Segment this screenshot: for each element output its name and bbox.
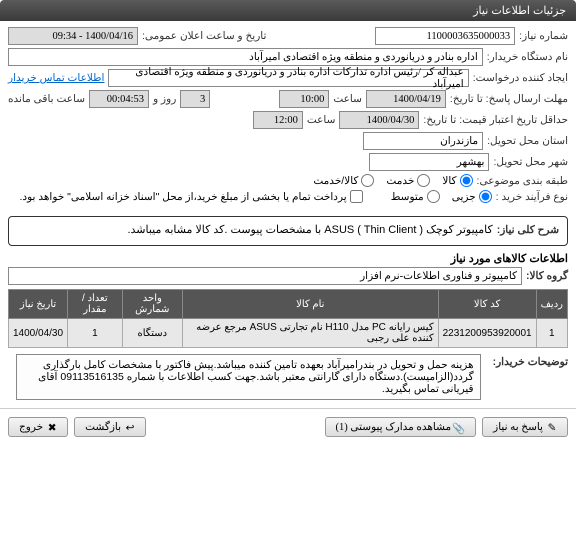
cell-code: 2231200953920001 [438,319,536,348]
cell-unit: دستگاه [122,319,182,348]
announce-label: تاریخ و ساعت اعلان عمومی: [142,30,266,42]
cat-both-radio[interactable] [361,174,374,187]
tab-title: جزئیات اطلاعات نیاز [473,5,566,17]
tab-header: جزئیات اطلاعات نیاز [0,0,576,21]
reply-button[interactable]: ✎ پاسخ به نیاز [482,417,568,437]
th-date: تاریخ نیاز [9,290,68,319]
back-icon: ↩ [125,422,135,432]
validity-date: 1400/04/30 [339,111,419,129]
need-no-field: 1100003635000033 [375,27,515,45]
proc-small-radio[interactable] [479,190,492,203]
buyer-notes-label: توضیحات خریدار: [493,352,568,368]
process-label: نوع فرآیند خرید : [496,191,568,203]
th-qty: تعداد / مقدار [68,290,123,319]
goods-table: ردیف کد کالا نام کالا واحد شمارش تعداد /… [8,289,568,348]
cat-service-radio[interactable] [417,174,430,187]
deadline-time: 10:00 [279,90,329,108]
table-row[interactable]: 1 2231200953920001 کیس رایانه PC مدل H11… [9,319,568,348]
time-label-2: ساعت [307,114,336,126]
th-name: نام کالا [182,290,438,319]
proc-mid-option[interactable]: متوسط [391,190,440,203]
group-field: کامپیوتر و فناوری اطلاعات-نرم افزار [8,267,522,285]
announce-field: 1400/04/16 - 09:34 [8,27,138,45]
days-and: روز و [153,93,176,105]
validity-time: 12:00 [253,111,303,129]
process-radio-group: جزیی متوسط [391,190,492,203]
th-unit: واحد شمارش [122,290,182,319]
city-label: شهر محل تحویل: [493,156,568,168]
requester-label: ایجاد کننده درخواست: [473,72,568,84]
button-bar: ✎ پاسخ به نیاز 📎 مشاهده مدارک پیوستی (1)… [0,408,576,445]
summary-label: شرح کلی نیاز: [497,224,559,236]
proc-small-option[interactable]: جزیی [452,190,492,203]
cell-idx: 1 [536,319,567,348]
days-remain: 3 [180,90,210,108]
table-header-row: ردیف کد کالا نام کالا واحد شمارش تعداد /… [9,290,568,319]
attach-icon: 📎 [455,422,465,432]
contact-link[interactable]: اطلاعات تماس خریدار [8,72,104,84]
payment-checkbox[interactable] [350,190,363,203]
payment-check-option[interactable]: پرداخت تمام یا بخشی از مبلغ خرید،از محل … [20,190,363,203]
remain-suffix: ساعت باقی مانده [8,93,85,105]
deadline-label: مهلت ارسال پاسخ: تا تاریخ: [450,93,568,105]
requester-field: عبداله کر /رئیس اداره تدارکات اداره بناد… [108,69,468,87]
cell-qty: 1 [68,319,123,348]
exit-button[interactable]: ✖ خروج [8,417,68,437]
cat-goods-option[interactable]: کالا [442,174,472,187]
payment-note: پرداخت تمام یا بخشی از مبلغ خرید،از محل … [20,191,347,203]
th-row: ردیف [536,290,567,319]
city-field: بهشهر [369,153,489,171]
cat-both-option[interactable]: کالا/خدمت [313,174,374,187]
exit-icon: ✖ [47,422,57,432]
time-label-1: ساعت [333,93,362,105]
proc-mid-radio[interactable] [427,190,440,203]
deadline-date: 1400/04/19 [366,90,446,108]
time-remain: 00:04:53 [89,90,149,108]
back-button[interactable]: ↩ بازگشت [74,417,146,437]
buyer-label: نام دستگاه خریدار: [487,51,568,63]
cat-service-option[interactable]: خدمت [386,174,430,187]
need-no-label: شماره نیاز: [519,30,568,42]
group-label: گروه کالا: [526,270,568,282]
goods-section-title: اطلاعات کالاهای مورد نیاز [8,252,568,265]
category-label: طبقه بندی موضوعی: [477,175,568,187]
province-field: مازندران [363,132,483,150]
form-area: شماره نیاز: 1100003635000033 تاریخ و ساع… [0,21,576,212]
buyer-field: اداره بنادر و دریانوردی و منطقه ویژه اقت… [8,48,483,66]
cat-goods-radio[interactable] [460,174,473,187]
summary-text: کامپیوتر کوچک ASUS ( Thin Client ) با مش… [17,223,493,236]
category-radio-group: کالا خدمت کالا/خدمت [313,174,472,187]
validity-label: حداقل تاریخ اعتبار قیمت: تا تاریخ: [423,114,568,126]
province-label: استان محل تحویل: [487,135,568,147]
summary-section: شرح کلی نیاز: کامپیوتر کوچک ASUS ( Thin … [8,216,568,246]
attachments-button[interactable]: 📎 مشاهده مدارک پیوستی (1) [325,417,477,437]
cell-name: کیس رایانه PC مدل H110 نام تجارتی ASUS م… [182,319,438,348]
cell-date: 1400/04/30 [9,319,68,348]
buyer-notes-box: هزینه حمل و تحویل در بندرامیرآباد بعهده … [16,354,481,400]
reply-icon: ✎ [547,422,557,432]
th-code: کد کالا [438,290,536,319]
